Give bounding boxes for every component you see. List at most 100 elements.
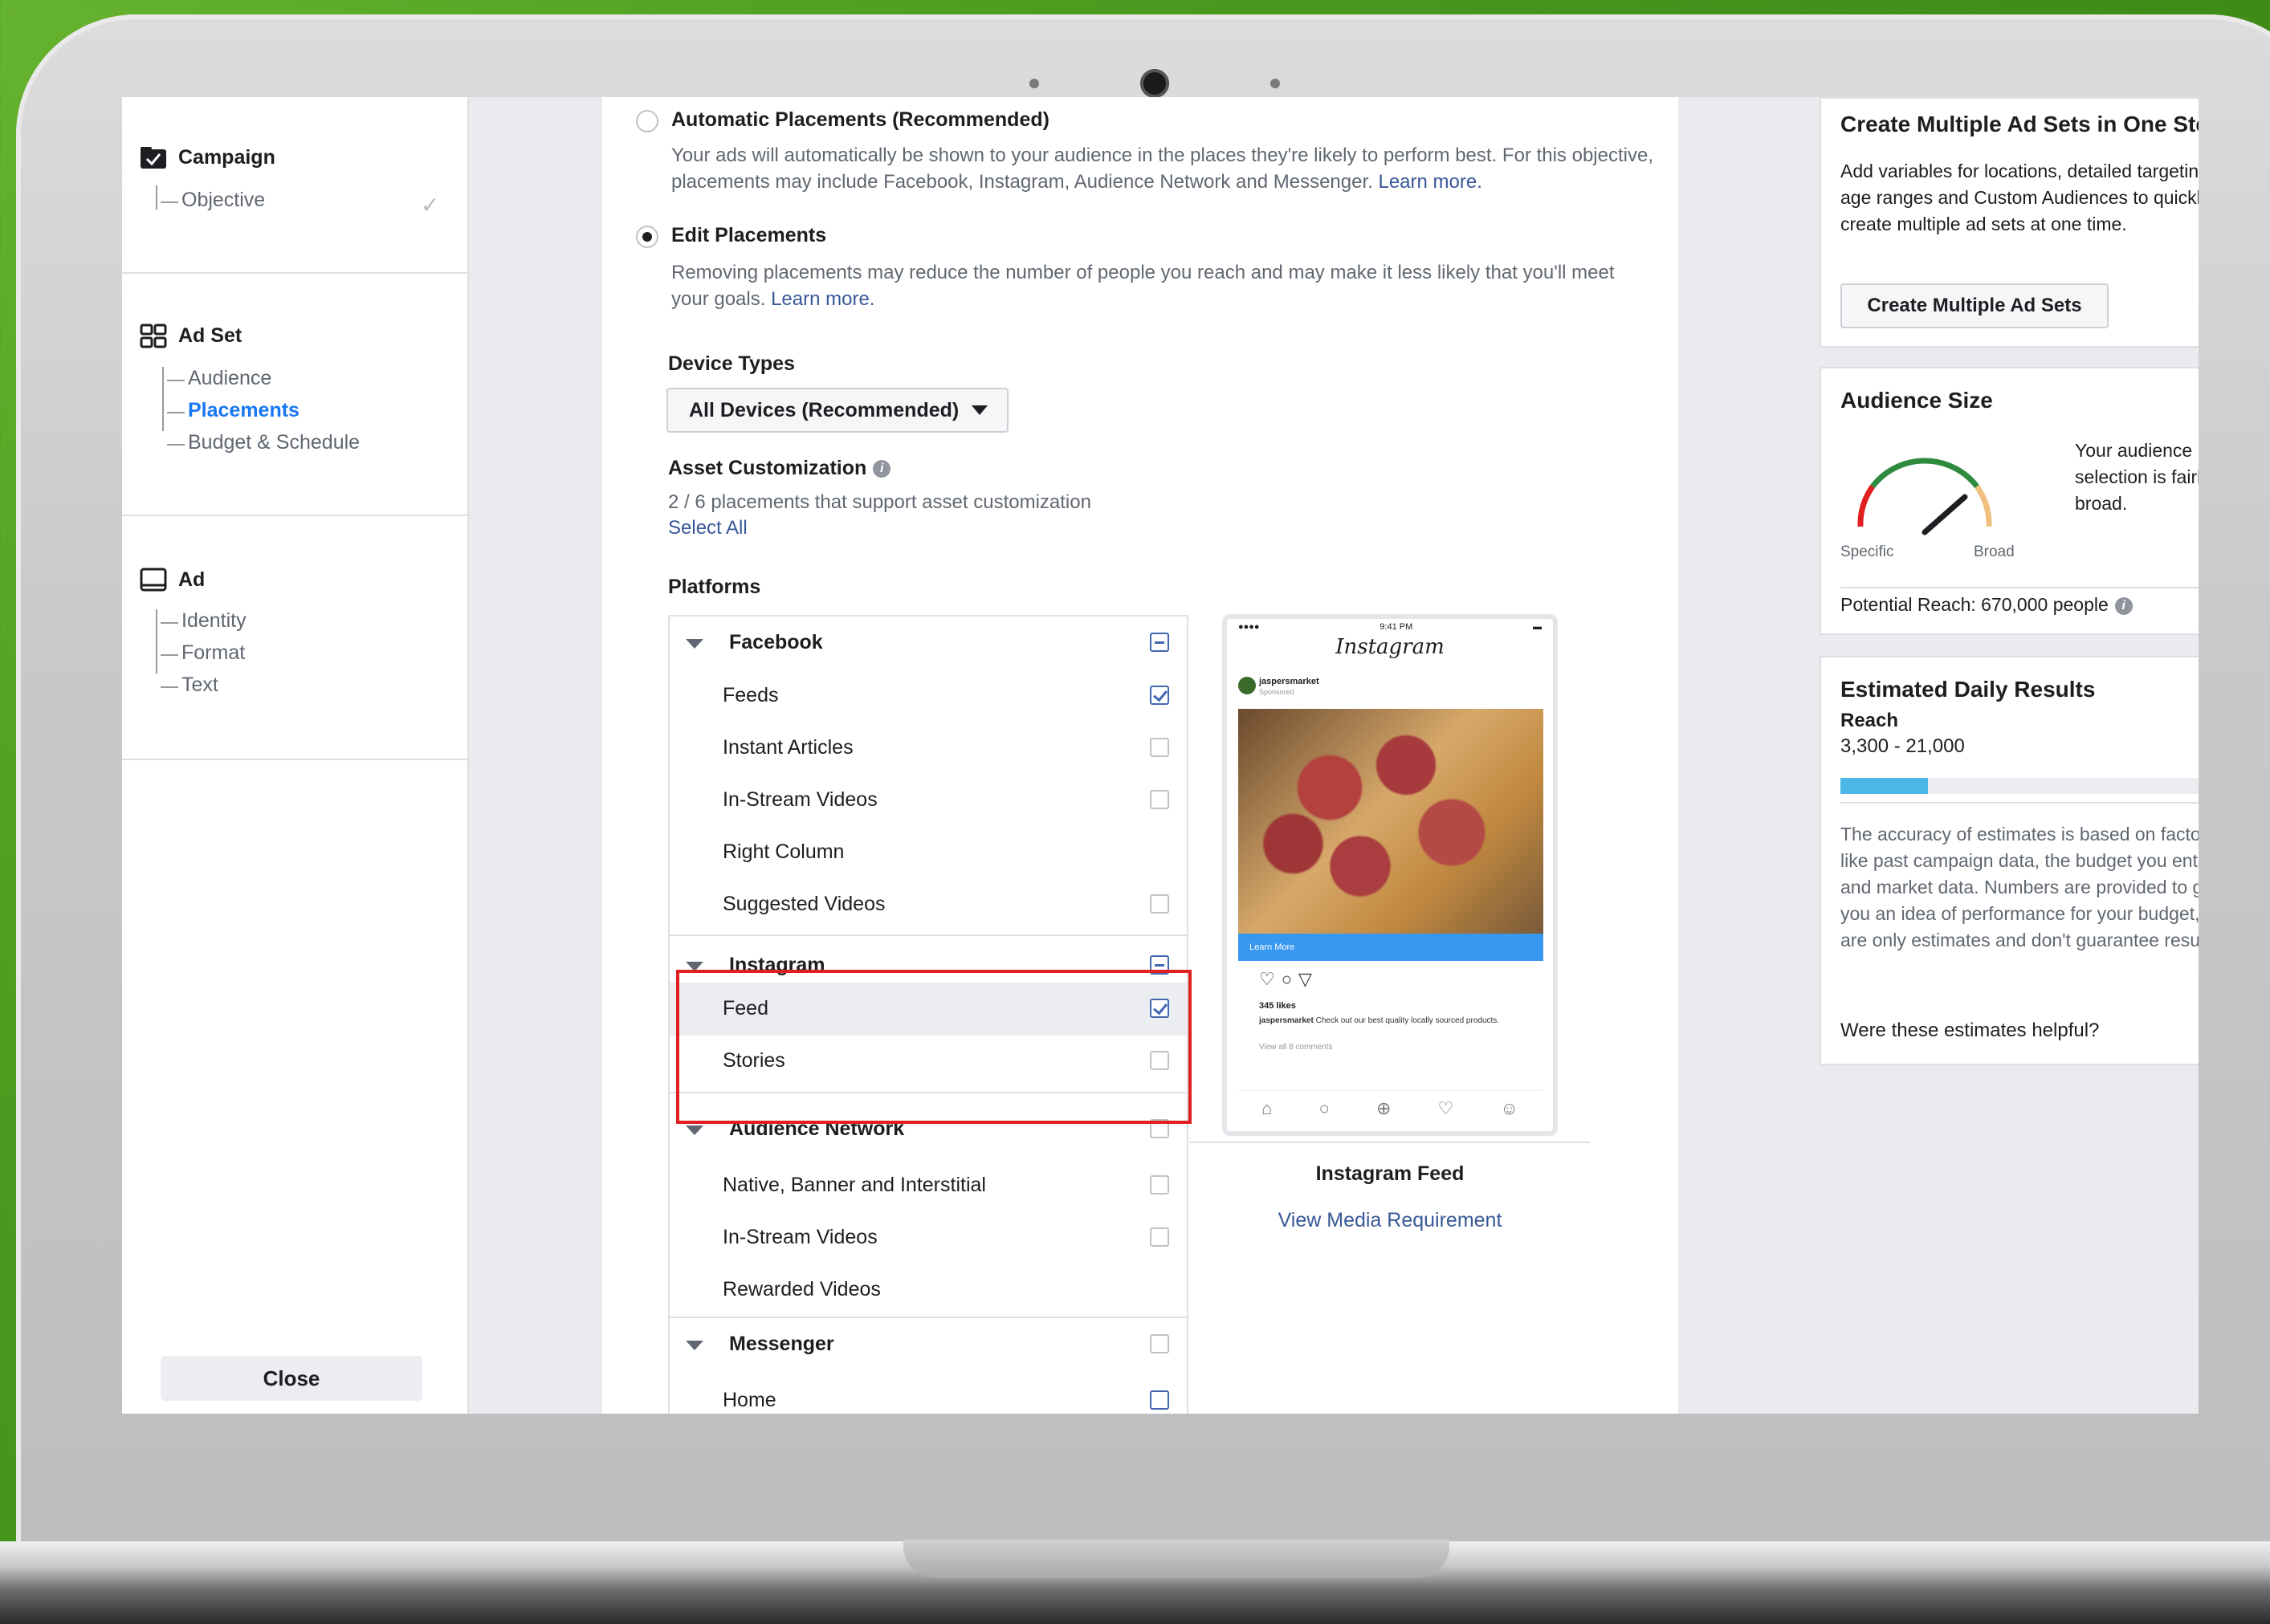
search-icon: ○ bbox=[1318, 1098, 1330, 1118]
learn-more-link[interactable]: Learn more. bbox=[1378, 171, 1481, 193]
caret-down-icon bbox=[972, 405, 988, 415]
sidebar: Campaign Objective ✓ Ad Set Audience Pla… bbox=[122, 97, 469, 1414]
estimated-results-card: Estimated Daily Results Reach 3,300 - 21… bbox=[1820, 656, 2199, 1065]
platform-group-facebook[interactable]: Facebook bbox=[670, 618, 1187, 670]
ig-action-icons: ♡○▽ bbox=[1259, 969, 1318, 989]
campaign-icon bbox=[140, 145, 167, 169]
instagram-preview: ●●●● 9:41 PM ▬ Instagram jaspersmarket S… bbox=[1222, 614, 1558, 1136]
home-icon: ⌂ bbox=[1261, 1098, 1273, 1118]
placement-row[interactable]: In-Stream Videos bbox=[670, 775, 1187, 827]
gauge-specific-label: Specific bbox=[1840, 543, 1894, 560]
sidebar-ad-title[interactable]: Ad bbox=[140, 568, 205, 592]
placement-row[interactable]: Suggested Videos bbox=[670, 880, 1187, 931]
sidebar-section-campaign: Campaign Objective ✓ bbox=[122, 97, 467, 274]
placement-row[interactable]: Feeds bbox=[670, 671, 1187, 722]
instant-articles-checkbox[interactable] bbox=[1150, 738, 1169, 757]
avatar bbox=[1238, 677, 1256, 694]
learn-more-cta: Learn More bbox=[1238, 934, 1543, 961]
info-icon[interactable]: i bbox=[2114, 596, 2133, 615]
sidebar-section-adset: Ad Set Audience Placements Budget & Sche… bbox=[122, 272, 467, 516]
sidebar-item-budget-schedule[interactable]: Budget & Schedule bbox=[166, 431, 360, 454]
highlight-box bbox=[676, 970, 1192, 1124]
native-banner-checkbox[interactable] bbox=[1150, 1175, 1169, 1195]
facebook-checkbox[interactable] bbox=[1150, 633, 1169, 652]
estimates-disclaimer: The accuracy of estimates is based on fa… bbox=[1840, 824, 2199, 950]
view-media-requirement-link[interactable]: View Media Requirement bbox=[1222, 1209, 1558, 1232]
instagram-logo: Instagram bbox=[1335, 635, 1445, 659]
heart-icon: ♡ bbox=[1437, 1098, 1454, 1118]
ad-image bbox=[1238, 709, 1543, 934]
an-instream-videos-checkbox[interactable] bbox=[1150, 1227, 1169, 1247]
ig-sponsored: Sponsored bbox=[1259, 688, 1294, 696]
messenger-home-checkbox[interactable] bbox=[1150, 1390, 1169, 1410]
sidebar-item-placements[interactable]: Placements bbox=[167, 399, 300, 422]
multiple-ad-sets-card: Create Multiple Ad Sets in One Step Add … bbox=[1820, 97, 2199, 348]
card-divider bbox=[1840, 802, 2199, 804]
sidebar-section-ad: Ad Identity Format Text bbox=[122, 515, 467, 760]
asset-customization-desc: 2 / 6 placements that support asset cust… bbox=[668, 491, 1091, 513]
add-icon: ⊕ bbox=[1375, 1098, 1392, 1118]
sidebar-adset-title[interactable]: Ad Set bbox=[140, 324, 242, 348]
adset-tree: Audience Placements Budget & Schedule bbox=[162, 367, 360, 454]
edit-placements-radio[interactable] bbox=[636, 226, 658, 248]
create-multiple-ad-sets-button[interactable]: Create Multiple Ad Sets bbox=[1840, 283, 2109, 328]
card-divider bbox=[1840, 587, 2199, 588]
group-divider bbox=[670, 1317, 1187, 1318]
suggested-videos-checkbox[interactable] bbox=[1150, 894, 1169, 914]
placement-row[interactable]: Right Column bbox=[670, 828, 1187, 879]
placement-row[interactable]: In-Stream Videos bbox=[670, 1213, 1187, 1264]
placement-row[interactable]: Home bbox=[670, 1376, 1187, 1414]
select-all-link[interactable]: Select All bbox=[668, 515, 748, 541]
adset-grid-icon bbox=[140, 324, 167, 348]
sidebar-item-format[interactable]: Format bbox=[160, 641, 245, 665]
battery-icon: ▬ bbox=[1532, 622, 1542, 632]
collapse-triangle-icon[interactable] bbox=[686, 1341, 703, 1350]
profile-icon: ☺ bbox=[1500, 1098, 1518, 1118]
placement-row[interactable]: Rewarded Videos bbox=[670, 1265, 1187, 1317]
placement-row[interactable]: Native, Banner and Interstitial bbox=[670, 1161, 1187, 1212]
sidebar-item-text[interactable]: Text bbox=[161, 674, 218, 697]
camera-sensor-left bbox=[1029, 79, 1039, 88]
platforms-label: Platforms bbox=[668, 576, 761, 598]
ad-tree: Identity Format Text bbox=[156, 609, 247, 696]
placement-row[interactable]: Instant Articles bbox=[670, 723, 1187, 775]
sidebar-item-identity[interactable]: Identity bbox=[161, 609, 247, 633]
laptop-notch bbox=[903, 1540, 1449, 1578]
estimated-results-title: Estimated Daily Results bbox=[1840, 677, 2096, 702]
audience-gauge-icon bbox=[1857, 458, 1992, 535]
messenger-checkbox[interactable] bbox=[1150, 1334, 1169, 1353]
reach-bar-fill bbox=[1840, 778, 1929, 794]
screen: Campaign Objective ✓ Ad Set Audience Pla… bbox=[122, 97, 2199, 1414]
info-icon[interactable]: i bbox=[873, 460, 891, 478]
campaign-tree: Objective bbox=[156, 185, 265, 211]
ig-bottom-nav: ⌂ ○ ⊕ ♡ ☺ bbox=[1238, 1090, 1542, 1126]
audience-size-desc: Your audience selection is fairly broad. bbox=[2075, 440, 2199, 514]
collapse-triangle-icon[interactable] bbox=[686, 639, 703, 649]
estimates-helpful-link[interactable]: Were these estimates helpful? bbox=[1840, 1017, 2099, 1044]
camera-icon bbox=[1140, 69, 1169, 98]
audience-size-card: Audience Size Specific Broad Your audien… bbox=[1820, 367, 2199, 635]
camera-sensor-right bbox=[1270, 79, 1280, 88]
preview-divider bbox=[1190, 1142, 1590, 1143]
sidebar-item-audience[interactable]: Audience bbox=[166, 367, 271, 390]
automatic-placements-label[interactable]: Automatic Placements (Recommended) bbox=[671, 108, 1049, 132]
audience-size-title: Audience Size bbox=[1840, 388, 1993, 413]
phone-status-bar: ●●●● 9:41 PM ▬ bbox=[1238, 622, 1542, 632]
sidebar-item-objective[interactable]: Objective bbox=[160, 189, 265, 212]
learn-more-link-2[interactable]: Learn more. bbox=[771, 288, 874, 310]
automatic-placements-desc: Your ads will automatically be shown to … bbox=[671, 144, 1653, 193]
ig-likes: 345 likes bbox=[1259, 1001, 1296, 1011]
close-button[interactable]: Close bbox=[161, 1356, 422, 1401]
device-types-dropdown[interactable]: All Devices (Recommended) bbox=[666, 388, 1009, 433]
reach-label: Reach bbox=[1840, 710, 1899, 731]
ig-comments: View all 8 comments bbox=[1259, 1043, 1333, 1052]
collapse-triangle-icon[interactable] bbox=[686, 1125, 703, 1135]
feeds-checkbox[interactable] bbox=[1150, 686, 1169, 705]
instream-videos-checkbox[interactable] bbox=[1150, 790, 1169, 809]
sidebar-campaign-title[interactable]: Campaign bbox=[140, 145, 275, 169]
automatic-placements-radio[interactable] bbox=[636, 110, 658, 132]
platform-group-messenger[interactable]: Messenger bbox=[670, 1320, 1187, 1371]
edit-placements-label[interactable]: Edit Placements bbox=[671, 224, 826, 247]
ig-username: jaspersmarket bbox=[1259, 677, 1319, 686]
edit-placements-desc: Removing placements may reduce the numbe… bbox=[671, 262, 1615, 310]
